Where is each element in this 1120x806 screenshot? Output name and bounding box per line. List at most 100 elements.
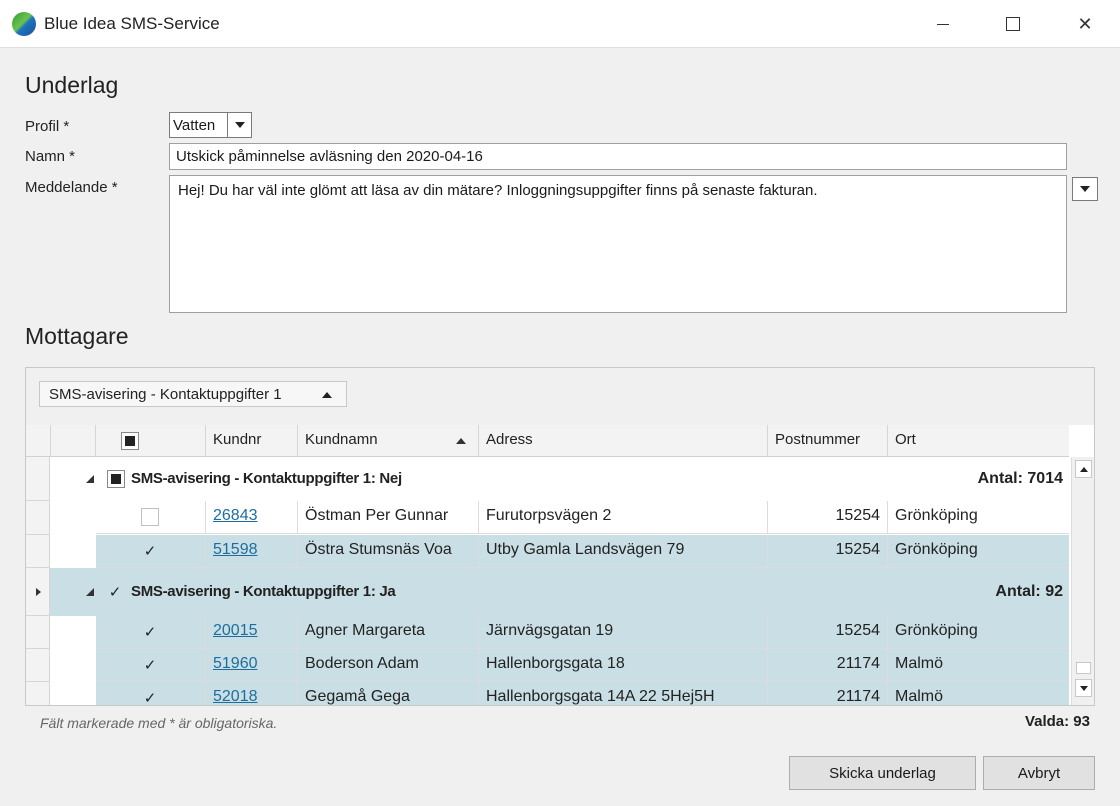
selected-count: Valda: 93 [1024,713,1090,730]
cell-adress: Hallenborgsgata 18 [479,649,768,682]
groupby-chip[interactable]: SMS-avisering - Kontaktuppgifter 1 [39,381,347,407]
row-selector[interactable] [26,649,50,682]
sort-ascending-icon [322,392,332,398]
cell-adress: Järnvägsgatan 19 [479,616,768,649]
table-row[interactable]: 51960 Boderson Adam Hallenborgsgata 18 2… [96,649,1069,682]
chevron-down-icon [1080,186,1090,192]
select-all-checkbox[interactable] [121,432,139,450]
row-checkbox[interactable] [141,542,159,560]
namn-input[interactable] [169,143,1067,170]
cell-ort: Grönköping [895,507,978,524]
row-selector[interactable] [26,457,50,501]
header-select-all-cell [96,425,206,457]
app-logo-icon [12,12,36,36]
table-row[interactable]: 20015 Agner Margareta Järnvägsgatan 19 1… [96,616,1069,649]
header-indent [51,425,96,457]
cell-adress: Furutorpsvägen 2 [479,501,768,534]
group-nej-checkbox[interactable] [107,470,125,488]
minimize-icon [937,23,949,25]
recipients-grid: Kundnr Kundnamn Adress Postnummer Ort SM… [26,425,1094,705]
cell-adress: Hallenborgsgata 14A 22 5Hej5H [479,682,768,705]
row-checkbox[interactable] [141,623,159,641]
profil-label: Profil * [25,118,70,135]
cell-postnummer: 15254 [768,535,888,568]
chevron-down-icon [1079,685,1088,691]
row-selector[interactable] [26,501,50,535]
cell-kundnr[interactable]: 52018 [206,682,298,705]
underlag-section-title: Underlag [25,72,119,98]
mottagare-section-title: Mottagare [25,323,129,349]
meddelande-textarea[interactable]: Hej! Du har väl inte glömt att läsa av d… [169,175,1067,313]
meddelande-template-dropdown[interactable] [1072,177,1098,201]
cancel-button[interactable]: Avbryt [983,756,1095,790]
maximize-button[interactable] [978,0,1048,48]
scroll-down-button[interactable] [1075,679,1092,697]
group-nej-count: Antal: 7014 [977,470,1063,487]
chevron-up-icon [1079,466,1088,472]
group-row-ja[interactable]: SMS-avisering - Kontaktuppgifter 1: Ja A… [50,568,1069,616]
cell-kundnamn: Agner Margareta [298,616,479,649]
column-header-postnummer[interactable]: Postnummer [768,425,888,457]
group-row-nej[interactable]: SMS-avisering - Kontaktuppgifter 1: Nej … [50,457,1069,501]
group-ja-checkbox[interactable] [106,583,124,601]
title-bar: Blue Idea SMS-Service ✕ [0,0,1120,48]
required-fields-note: Fält markerade med * är obligatoriska. [40,715,278,731]
table-row[interactable]: 26843 Östman Per Gunnar Furutorpsvägen 2… [96,501,1069,534]
row-check-cell [96,682,206,705]
close-icon: ✕ [1077,13,1093,34]
cell-kundnamn: Gegamå Gega [298,682,479,705]
cell-kundnamn: Östra Stumsnäs Voa [298,535,479,568]
vertical-scrollbar[interactable] [1071,457,1094,705]
scroll-thumb[interactable] [1076,662,1091,674]
table-row[interactable]: 52018 Gegamå Gega Hallenborgsgata 14A 22… [96,682,1069,705]
collapse-group-icon[interactable] [86,475,94,483]
window-title: Blue Idea SMS-Service [44,14,220,33]
namn-label: Namn * [25,148,76,165]
column-header-kundnamn-label: Kundnamn [305,431,378,448]
column-header-kundnamn[interactable]: Kundnamn [298,425,479,457]
column-header-ort[interactable]: Ort [888,425,1069,457]
cell-kundnr[interactable]: 51598 [206,535,298,568]
cell-postnummer: 15254 [768,616,888,649]
row-selector[interactable] [26,535,50,568]
sort-ascending-icon [456,438,466,444]
cell-ort: Malmö [895,655,944,672]
table-row[interactable]: 51598 Östra Stumsnäs Voa Utby Gamla Land… [96,535,1069,568]
close-button[interactable]: ✕ [1050,0,1120,48]
row-checkbox[interactable] [141,508,159,526]
row-check-cell [96,649,206,682]
groupby-chip-label: SMS-avisering - Kontaktuppgifter 1 [49,386,282,403]
column-header-adress[interactable]: Adress [479,425,768,457]
cell-kundnr[interactable]: 20015 [206,616,298,649]
cell-ort: Grönköping [895,541,978,558]
cell-kundnamn: Boderson Adam [298,649,479,682]
profil-dropdown-button[interactable] [227,113,251,137]
cell-postnummer: 15254 [768,501,888,534]
column-header-kundnr[interactable]: Kundnr [206,425,298,457]
group-nej-label: SMS-avisering - Kontaktuppgifter 1: Nej [131,470,402,487]
cell-kundnr[interactable]: 26843 [206,501,298,534]
cell-postnummer: 21174 [768,649,888,682]
group-ja-count: Antal: 92 [995,583,1063,600]
grid-header: Kundnr Kundnamn Adress Postnummer Ort [26,425,1069,457]
send-underlag-button[interactable]: Skicka underlag [789,756,976,790]
row-selector[interactable] [26,682,50,705]
cell-ort: Grönköping [895,622,978,639]
collapse-group-icon[interactable] [86,588,94,596]
scroll-up-button[interactable] [1075,460,1092,478]
row-checkbox[interactable] [141,689,159,705]
minimize-button[interactable] [908,0,978,48]
row-checkbox[interactable] [141,656,159,674]
group-ja-label: SMS-avisering - Kontaktuppgifter 1: Ja [131,583,396,600]
current-row-icon [36,588,41,596]
row-selector[interactable] [26,616,50,649]
cell-kundnamn: Östman Per Gunnar [298,501,479,534]
cell-adress: Utby Gamla Landsvägen 79 [479,535,768,568]
cell-kundnr[interactable]: 51960 [206,649,298,682]
profil-combobox[interactable]: Vatten [169,112,252,138]
row-check-cell [96,535,206,568]
profil-value: Vatten [173,117,216,134]
header-row-selector [26,425,51,457]
row-selector-current[interactable] [26,568,50,616]
row-check-cell [96,616,206,649]
